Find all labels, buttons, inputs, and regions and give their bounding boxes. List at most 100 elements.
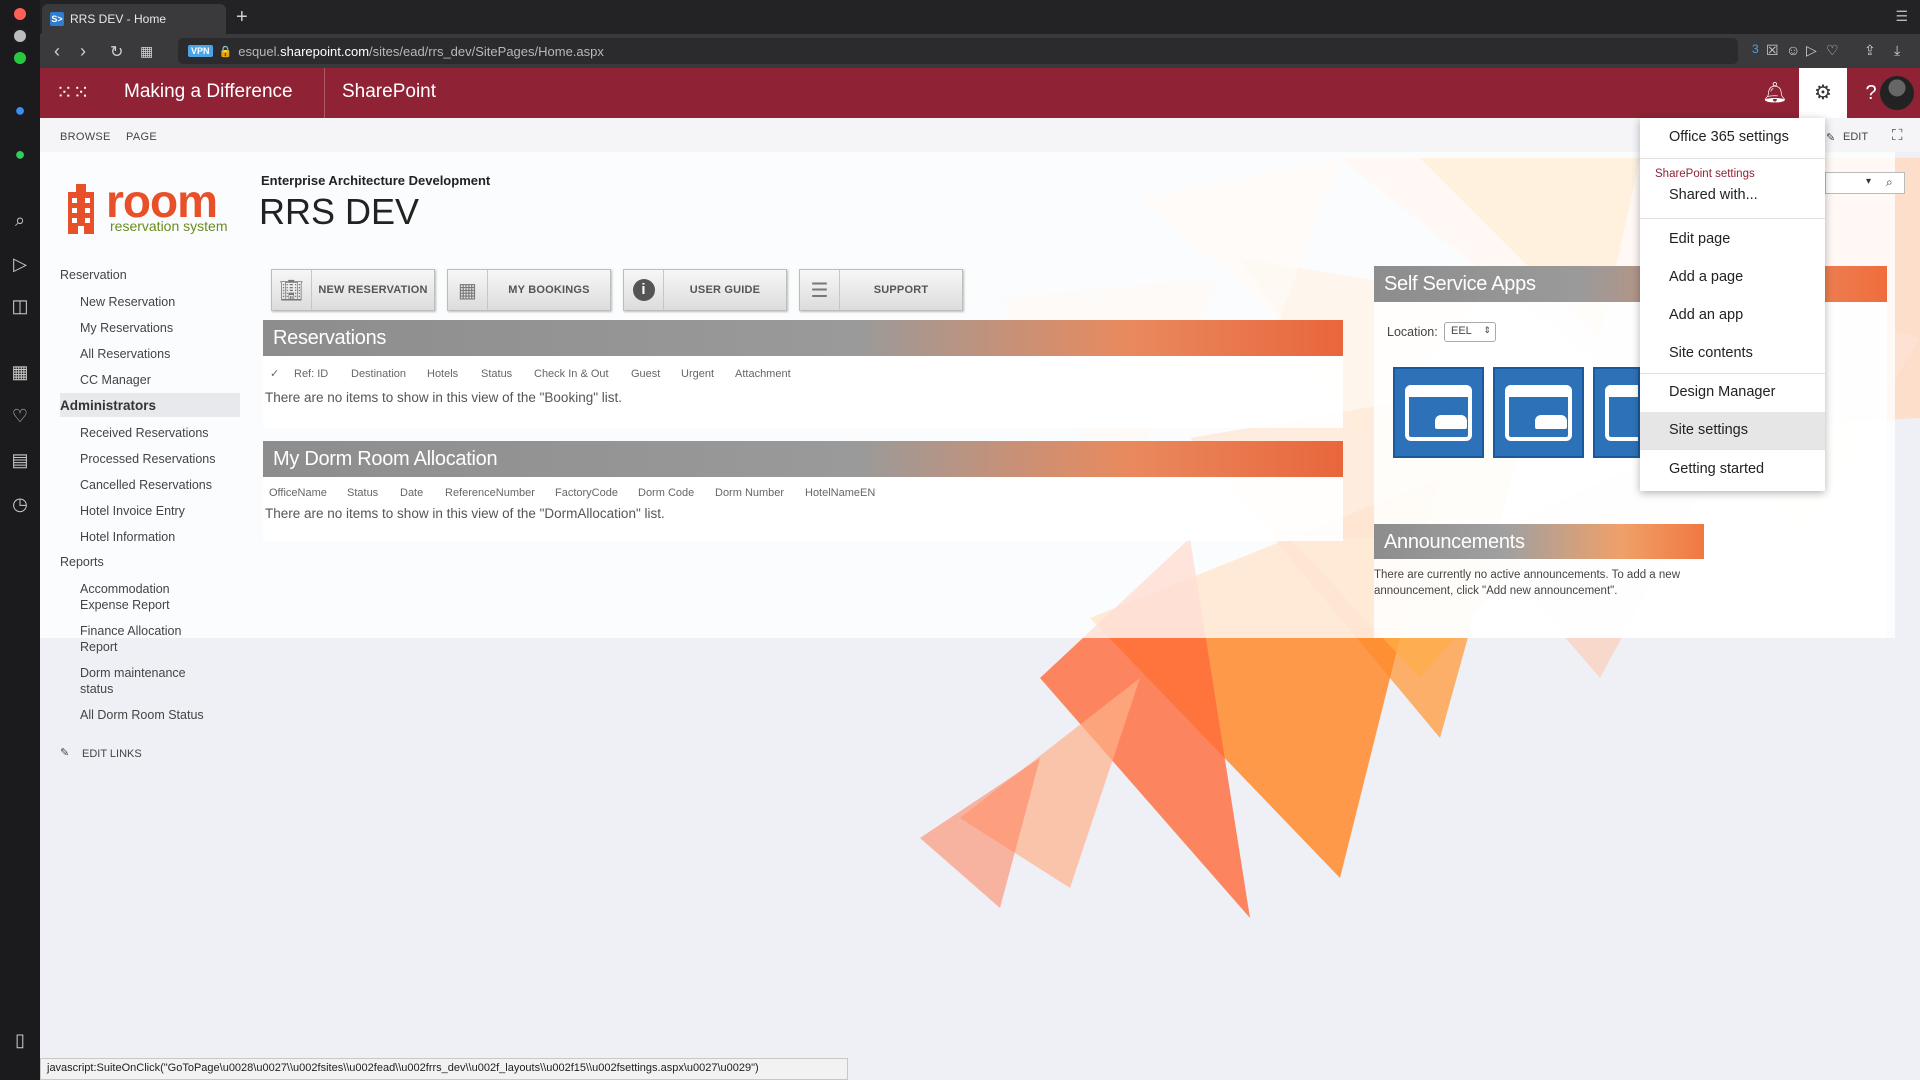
app-tile-car-booking-1[interactable] [1393, 367, 1484, 458]
dorm-allocation-header[interactable]: My Dorm Room Allocation [263, 441, 1343, 477]
select-all-check-icon[interactable]: ✓ [270, 367, 279, 380]
site-search-input[interactable]: ▾ ⌕ [1825, 172, 1905, 194]
nav-item-new-reservation[interactable]: New Reservation [80, 294, 220, 310]
menu-shared-with[interactable]: Shared with... [1640, 180, 1825, 212]
nav-item-hotel-invoice[interactable]: Hotel Invoice Entry [80, 503, 220, 519]
messenger-icon[interactable]: ● [8, 98, 32, 122]
sidebar-toggle-icon[interactable]: ▯ [8, 1028, 32, 1052]
new-reservation-button[interactable]: 🏢︎ NEW RESERVATION [271, 269, 435, 311]
url-field[interactable]: VPN 🔒 esquel.sharepoint.com/sites/ead/rr… [178, 38, 1738, 64]
menu-design-manager[interactable]: Design Manager [1640, 377, 1825, 409]
news-icon[interactable]: ▤ [8, 448, 32, 472]
column-check-in-out[interactable]: Check In & Out [534, 368, 609, 380]
brand-link[interactable]: Making a Difference [124, 81, 293, 103]
play-icon[interactable]: ▷ [1806, 42, 1817, 59]
nav-item-accommodation-report[interactable]: Accommodation Expense Report [80, 581, 220, 613]
send-icon[interactable]: ▷ [8, 252, 32, 276]
menu-site-settings[interactable]: Site settings [1640, 412, 1825, 449]
column-destination[interactable]: Destination [351, 368, 406, 380]
nav-item-all-reservations[interactable]: All Reservations [80, 346, 220, 362]
ribbon-edit-link[interactable]: EDIT [1843, 131, 1868, 143]
lock-icon[interactable]: 🔒 [219, 45, 233, 58]
vpn-badge[interactable]: VPN [188, 45, 213, 57]
reload-icon[interactable]: ↻ [110, 42, 123, 62]
heart-icon[interactable]: ♡ [8, 404, 32, 428]
site-logo[interactable]: room reservation system [62, 175, 242, 240]
site-title[interactable]: RRS DEV [259, 191, 419, 233]
search-icon[interactable]: ⌕ [8, 208, 32, 232]
nav-heading-reports[interactable]: Reports [60, 555, 104, 569]
column-dorm-number[interactable]: Dorm Number [715, 487, 784, 499]
nav-item-received[interactable]: Received Reservations [80, 425, 220, 441]
notifications-bell-icon[interactable]: 🔔︎ [1751, 68, 1799, 118]
nav-item-all-dorm-status[interactable]: All Dorm Room Status [80, 707, 220, 723]
nav-item-hotel-information[interactable]: Hotel Information [80, 529, 220, 545]
column-status[interactable]: Status [481, 368, 512, 380]
new-tab-icon[interactable]: + [236, 6, 248, 29]
nav-item-dorm-maintenance[interactable]: Dorm maintenance status [80, 665, 220, 697]
tab-menu-icon[interactable]: ☰ [1895, 8, 1908, 25]
column-dorm-status[interactable]: Status [347, 487, 378, 499]
sharepoint-link[interactable]: SharePoint [342, 81, 436, 103]
column-guest[interactable]: Guest [631, 368, 660, 380]
nav-item-my-reservations[interactable]: My Reservations [80, 320, 220, 336]
column-office-name[interactable]: OfficeName [269, 487, 327, 499]
my-bookings-button[interactable]: ▦ MY BOOKINGS [447, 269, 611, 311]
column-hotel-name-en[interactable]: HotelNameEN [805, 487, 875, 499]
browser-tab[interactable]: S> RRS DEV - Home [42, 4, 226, 34]
nav-item-cancelled[interactable]: Cancelled Reservations [80, 477, 220, 493]
user-guide-button[interactable]: i USER GUIDE [623, 269, 787, 311]
maximize-window-icon[interactable] [14, 52, 26, 64]
whatsapp-icon[interactable]: ● [8, 142, 32, 166]
edit-links-pencil-icon[interactable]: ✎ [60, 746, 69, 759]
reservations-header[interactable]: Reservations [263, 320, 1343, 356]
download-icon[interactable]: ⤓ [1894, 42, 1900, 59]
extension-icon[interactable]: ☒ [1766, 42, 1779, 59]
nav-item-cc-manager[interactable]: CC Manager [80, 372, 220, 388]
column-hotels[interactable]: Hotels [427, 368, 458, 380]
app-launcher-icon[interactable]: ⁙⁙ [56, 82, 90, 104]
location-select[interactable]: EEL ⇕ [1444, 322, 1496, 342]
emoji-icon[interactable]: ☺ [1786, 42, 1800, 58]
menu-site-contents[interactable]: Site contents [1640, 338, 1825, 370]
app-tile-car-booking-2[interactable] [1493, 367, 1584, 458]
minimize-window-icon[interactable] [14, 30, 26, 42]
favorite-icon[interactable]: ♡ [1826, 42, 1839, 59]
focus-content-icon[interactable]: ⛶ [1892, 127, 1903, 144]
column-factory-code[interactable]: FactoryCode [555, 487, 618, 499]
nav-item-processed[interactable]: Processed Reservations [80, 451, 220, 467]
ribbon-tab-page[interactable]: PAGE [126, 131, 157, 143]
back-icon[interactable]: ‹ [54, 41, 60, 62]
announcements-header[interactable]: Announcements [1374, 524, 1704, 559]
share-icon[interactable]: ⇪ [1864, 42, 1876, 59]
search-scope-dropdown-icon[interactable]: ▾ [1866, 176, 1871, 187]
column-urgent[interactable]: Urgent [681, 368, 714, 380]
menu-add-app[interactable]: Add an app [1640, 300, 1825, 332]
column-date[interactable]: Date [400, 487, 423, 499]
edit-pencil-icon[interactable]: ✎ [1826, 131, 1835, 144]
user-avatar[interactable] [1880, 76, 1914, 110]
tabs-grid-icon[interactable]: ▦ [140, 43, 153, 60]
grid-icon[interactable]: ▦ [8, 360, 32, 384]
column-reference-number[interactable]: ReferenceNumber [445, 487, 535, 499]
edit-links[interactable]: EDIT LINKS [82, 748, 142, 760]
menu-office365-settings[interactable]: Office 365 settings [1640, 122, 1825, 154]
nav-item-finance-report[interactable]: Finance Allocation Report [80, 623, 220, 655]
menu-add-page[interactable]: Add a page [1640, 262, 1825, 294]
camera-icon[interactable]: ◫ [8, 294, 32, 318]
menu-getting-started[interactable]: Getting started [1640, 454, 1825, 486]
nav-heading-reservation[interactable]: Reservation [60, 268, 127, 282]
support-button[interactable]: ☰ SUPPORT [799, 269, 963, 311]
forward-icon[interactable]: › [80, 41, 86, 62]
column-attachment[interactable]: Attachment [735, 368, 791, 380]
nav-heading-administrators[interactable]: Administrators [60, 398, 156, 413]
search-magnifier-icon[interactable]: ⌕ [1886, 175, 1893, 190]
close-window-icon[interactable] [14, 8, 26, 20]
history-icon[interactable]: ◷ [8, 492, 32, 516]
settings-gear-icon[interactable]: ⚙ [1799, 68, 1847, 118]
app-tile-car-booking-3[interactable] [1593, 367, 1640, 458]
menu-edit-page[interactable]: Edit page [1640, 224, 1825, 256]
ribbon-tab-browse[interactable]: BROWSE [60, 131, 111, 143]
extension-badge-count[interactable]: 3 [1752, 42, 1759, 56]
column-ref-id[interactable]: Ref: ID [294, 368, 328, 380]
